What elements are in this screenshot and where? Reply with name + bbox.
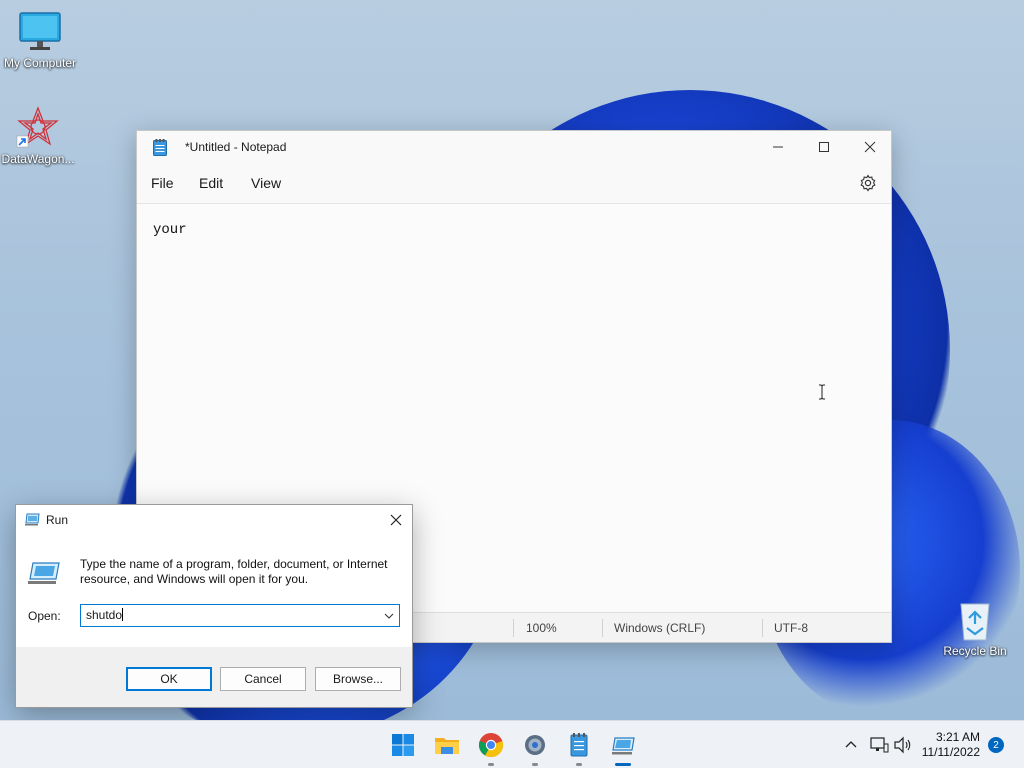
run-icon[interactable] bbox=[609, 731, 637, 759]
file-explorer-icon[interactable] bbox=[433, 731, 461, 759]
status-encoding: UTF-8 bbox=[774, 621, 808, 635]
status-line-ending: Windows (CRLF) bbox=[614, 621, 706, 635]
minimize-icon bbox=[773, 146, 783, 148]
notepad-icon[interactable] bbox=[565, 731, 593, 759]
close-icon bbox=[864, 141, 876, 153]
close-button[interactable] bbox=[386, 510, 406, 530]
desktop-icon-label: Recycle Bin bbox=[943, 644, 1007, 658]
menu-edit[interactable]: Edit bbox=[199, 175, 223, 191]
open-combobox-input[interactable]: shutdo bbox=[80, 604, 400, 627]
run-body: Type the name of a program, folder, docu… bbox=[16, 535, 412, 647]
run-footer: OK Cancel Browse... bbox=[16, 647, 412, 707]
desktop-icon-recycle-bin[interactable]: Recycle Bin bbox=[935, 598, 1015, 658]
text-caret bbox=[122, 608, 124, 621]
run-icon bbox=[25, 513, 40, 526]
app-running-indicator bbox=[532, 763, 538, 766]
taskbar: 3:21 AM 11/11/2022 2 bbox=[0, 720, 1024, 768]
settings-icon[interactable] bbox=[521, 731, 549, 759]
app-running-indicator bbox=[488, 763, 494, 766]
browse-button[interactable]: Browse... bbox=[315, 667, 401, 691]
status-zoom: 100% bbox=[526, 621, 557, 635]
dialog-title: Run bbox=[46, 513, 69, 527]
menu-view[interactable]: View bbox=[251, 175, 281, 191]
desktop-icon-my-computer[interactable]: My Computer bbox=[0, 10, 80, 70]
desktop-icon-datawagon[interactable]: DataWagon... bbox=[0, 106, 78, 166]
settings-gear-icon[interactable] bbox=[859, 174, 877, 192]
text-cursor-icon bbox=[818, 384, 826, 400]
run-dialog[interactable]: Run Type the name of a program, folder, … bbox=[15, 504, 413, 708]
recycle-bin-icon bbox=[953, 598, 997, 642]
editor-content: your bbox=[153, 222, 187, 238]
clock-date: 11/11/2022 bbox=[921, 745, 980, 759]
chevron-down-icon[interactable] bbox=[383, 609, 395, 623]
status-separator bbox=[513, 619, 514, 637]
notification-badge[interactable]: 2 bbox=[988, 737, 1004, 753]
chrome-icon[interactable] bbox=[477, 731, 505, 759]
menu-file[interactable]: File bbox=[151, 175, 174, 191]
window-title: *Untitled - Notepad bbox=[185, 140, 287, 154]
run-description: Type the name of a program, folder, docu… bbox=[80, 557, 388, 586]
close-button[interactable] bbox=[847, 131, 893, 163]
desktop-icon-label: My Computer bbox=[3, 56, 77, 70]
ok-button[interactable]: OK bbox=[126, 667, 212, 691]
clock-time: 3:21 AM bbox=[935, 730, 980, 744]
run-title-bar[interactable]: Run bbox=[16, 505, 412, 535]
notepad-icon bbox=[153, 139, 167, 156]
status-separator bbox=[602, 619, 603, 637]
app-active-indicator bbox=[615, 763, 631, 766]
menu-bar: File Edit View bbox=[137, 163, 891, 203]
volume-icon[interactable] bbox=[893, 736, 913, 754]
monitor-icon bbox=[18, 10, 62, 54]
notepad-title-bar[interactable]: *Untitled - Notepad bbox=[137, 131, 891, 163]
maximize-button[interactable] bbox=[801, 131, 847, 163]
chevron-up-icon[interactable] bbox=[843, 737, 859, 753]
datawagon-icon bbox=[16, 106, 60, 150]
start-icon[interactable] bbox=[389, 731, 417, 759]
system-clock[interactable]: 3:21 AM 11/11/2022 bbox=[922, 730, 980, 760]
desktop-icon-label: DataWagon... bbox=[1, 152, 75, 166]
close-icon bbox=[390, 514, 402, 526]
run-program-icon bbox=[28, 561, 60, 585]
minimize-button[interactable] bbox=[755, 131, 801, 163]
maximize-icon bbox=[819, 142, 829, 152]
network-icon[interactable] bbox=[869, 736, 889, 754]
cancel-button[interactable]: Cancel bbox=[220, 667, 306, 691]
open-label: Open: bbox=[28, 609, 61, 623]
app-running-indicator bbox=[576, 763, 582, 766]
open-input-value: shutdo bbox=[86, 608, 123, 622]
status-separator bbox=[762, 619, 763, 637]
